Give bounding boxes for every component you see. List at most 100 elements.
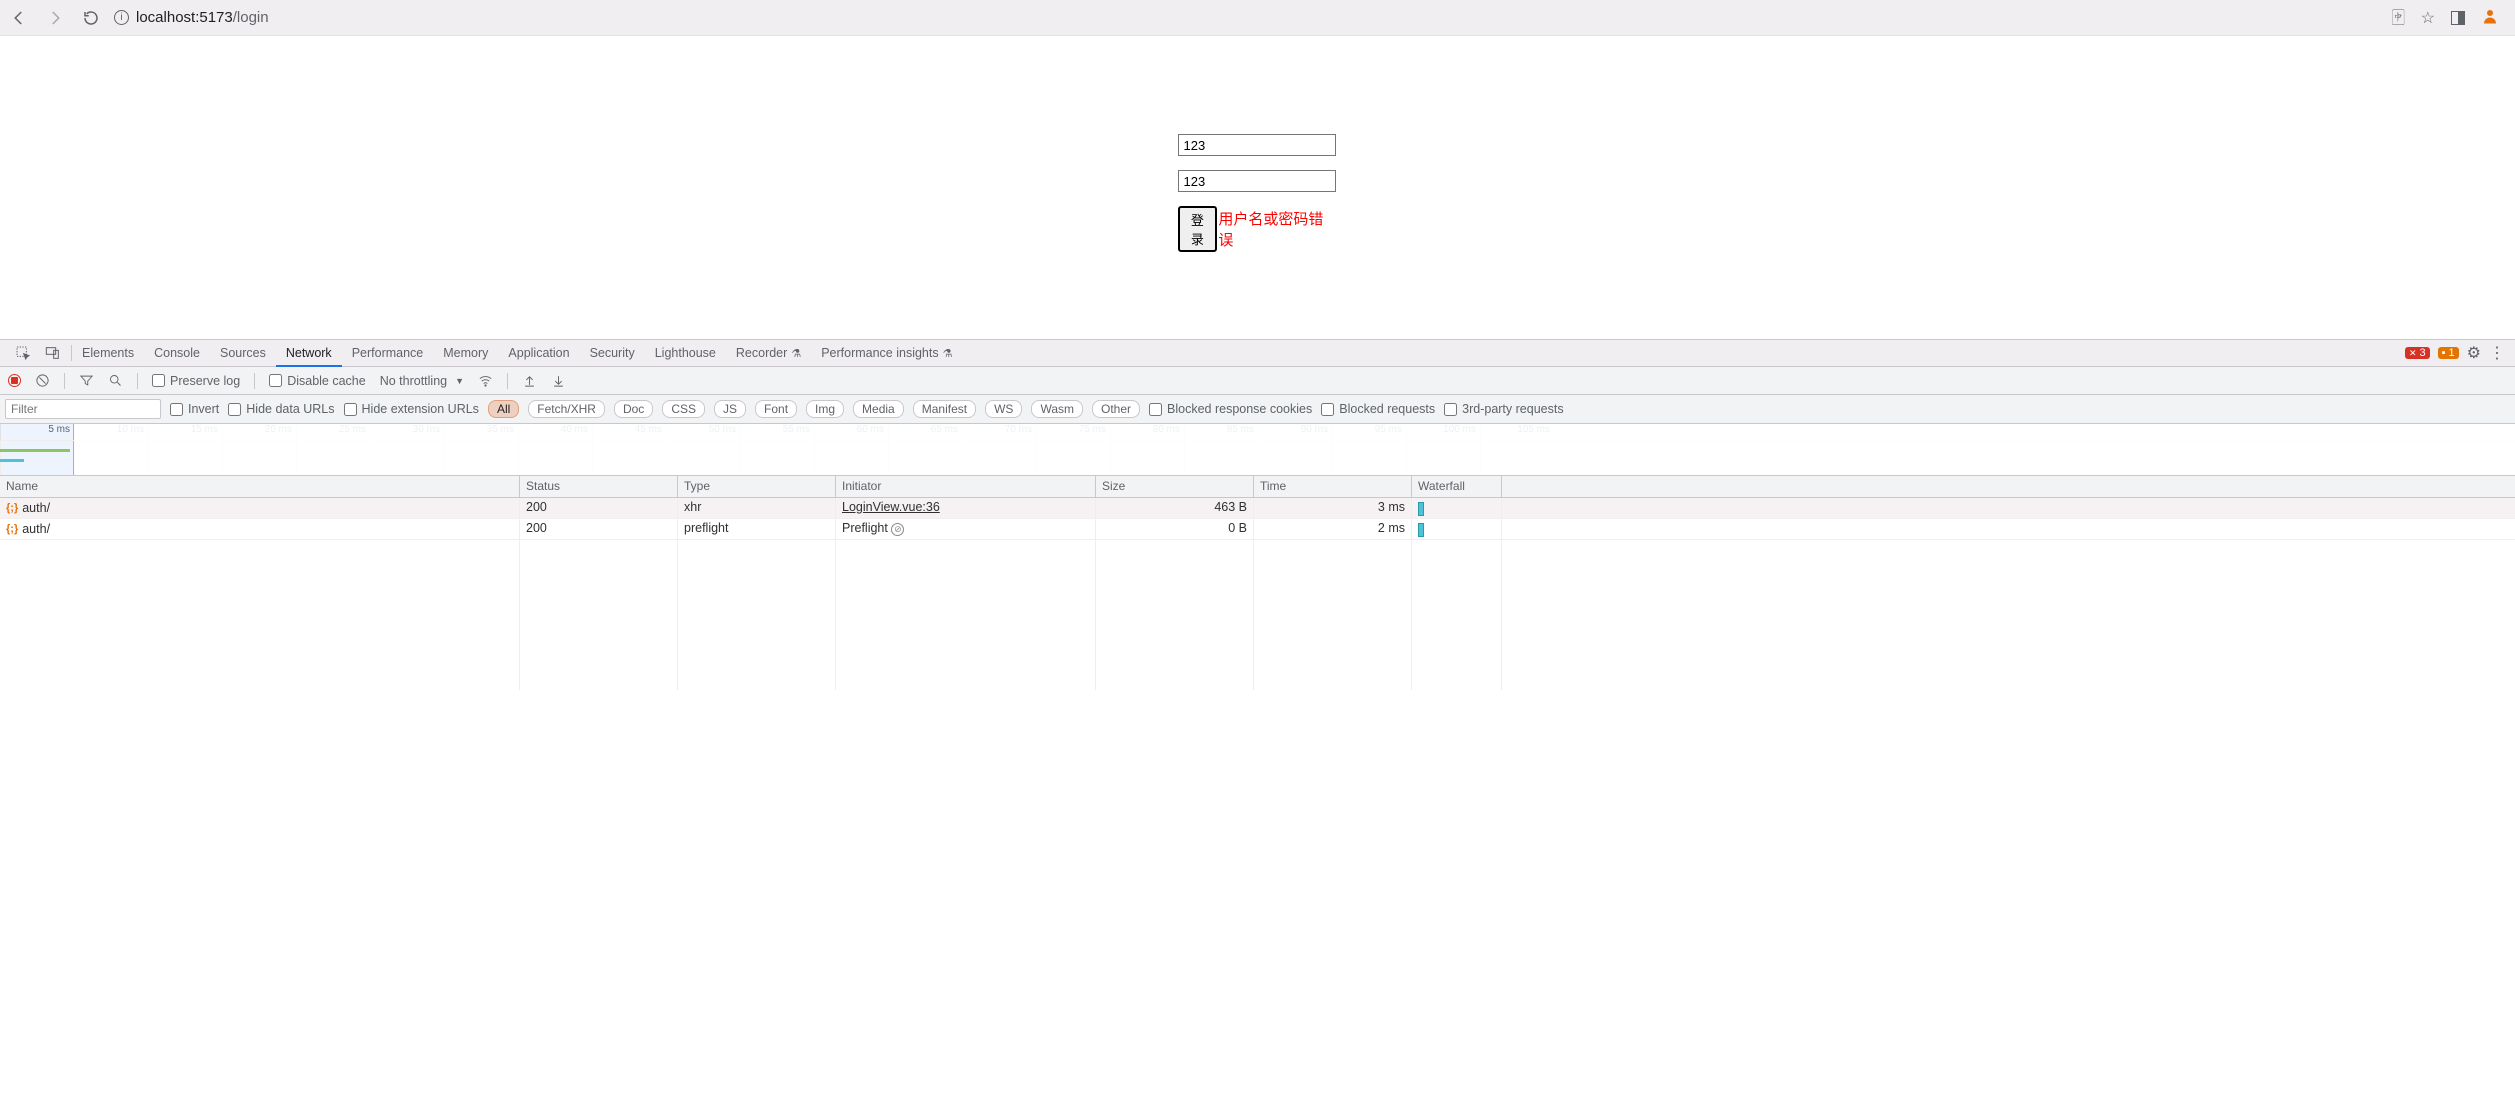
password-input[interactable] [1178,170,1336,192]
network-conditions-icon[interactable] [478,373,493,388]
filter-type-fetch-xhr[interactable]: Fetch/XHR [528,400,605,418]
back-icon[interactable] [10,9,28,27]
network-timeline[interactable]: 5 ms10 ms15 ms20 ms25 ms30 ms35 ms40 ms4… [0,424,2515,476]
request-name: auth/ [22,501,50,515]
hide-extension-urls-checkbox[interactable]: Hide extension URLs [344,402,479,416]
request-status: 200 [520,519,678,539]
request-time: 3 ms [1254,498,1412,518]
preserve-log-checkbox[interactable]: Preserve log [152,374,240,388]
record-button-icon[interactable] [8,374,21,387]
search-icon[interactable] [108,373,123,388]
request-type: xhr [678,498,836,518]
network-toolbar: Preserve log Disable cache No throttling… [0,367,2515,395]
filter-type-css[interactable]: CSS [662,400,705,418]
request-table: NameStatusTypeInitiatorSizeTimeWaterfall… [0,476,2515,690]
third-party-checkbox[interactable]: 3rd-party requests [1444,402,1563,416]
devtools-tab-memory[interactable]: Memory [433,340,498,367]
request-size: 463 B [1096,498,1254,518]
devtools-tabstrip: ElementsConsoleSourcesNetworkPerformance… [0,340,2515,367]
devtools-tab-lighthouse[interactable]: Lighthouse [645,340,726,367]
timeline-dim-overlay [74,424,2515,475]
forward-icon[interactable] [46,9,64,27]
filter-type-font[interactable]: Font [755,400,797,418]
request-name: auth/ [22,522,50,536]
filter-type-media[interactable]: Media [853,400,904,418]
throttling-select[interactable]: No throttling▼ [380,374,464,388]
filter-type-all[interactable]: All [488,400,519,418]
column-header-type[interactable]: Type [678,476,836,497]
page-content: 登录 用户名或密码错误 [0,36,2515,339]
blocked-cookies-checkbox[interactable]: Blocked response cookies [1149,402,1312,416]
site-info-icon[interactable]: i [114,10,129,25]
devtools-tab-performance-insights[interactable]: Performance insights⚗ [811,340,962,367]
devtools-tab-elements[interactable]: Elements [72,340,144,367]
blocked-requests-checkbox[interactable]: Blocked requests [1321,402,1435,416]
filter-type-manifest[interactable]: Manifest [913,400,976,418]
devtools-tab-sources[interactable]: Sources [210,340,276,367]
disable-cache-checkbox[interactable]: Disable cache [269,374,366,388]
chevron-down-icon: ▼ [455,376,464,386]
login-form: 登录 用户名或密码错误 [1178,134,1338,339]
filter-type-js[interactable]: JS [714,400,746,418]
hide-data-urls-checkbox[interactable]: Hide data URLs [228,402,334,416]
devtools-tab-recorder[interactable]: Recorder⚗ [726,340,811,367]
column-header-status[interactable]: Status [520,476,678,497]
inspect-element-icon[interactable] [15,345,31,361]
filter-type-img[interactable]: Img [806,400,844,418]
request-row[interactable]: {;}auth/200xhrLoginView.vue:36463 B3 ms [0,498,2515,519]
url-host: localhost:5173 [136,9,233,26]
import-har-icon[interactable] [522,373,537,388]
devtools-tab-console[interactable]: Console [144,340,210,367]
devtools-tab-network[interactable]: Network [276,340,342,367]
devtools-tab-performance[interactable]: Performance [342,340,434,367]
clear-icon[interactable] [35,373,50,388]
timeline-bar [0,459,24,462]
request-initiator[interactable]: LoginView.vue:36 [836,498,1096,518]
export-har-icon[interactable] [551,373,566,388]
column-header-name[interactable]: Name [0,476,520,497]
devtools-settings-icon[interactable]: ⚙ [2467,343,2481,363]
devtools-tab-application[interactable]: Application [498,340,579,367]
error-count-badge[interactable]: 3 [2405,347,2430,359]
column-header-time[interactable]: Time [1254,476,1412,497]
request-table-header[interactable]: NameStatusTypeInitiatorSizeTimeWaterfall [0,476,2515,498]
devtools-panel: ElementsConsoleSourcesNetworkPerformance… [0,339,2515,690]
profile-avatar-icon[interactable] [2481,7,2499,28]
filter-input[interactable] [5,399,161,419]
column-header-size[interactable]: Size [1096,476,1254,497]
divider [137,373,138,389]
column-header-waterfall[interactable]: Waterfall [1412,476,1502,497]
request-type: preflight [678,519,836,539]
filter-type-ws[interactable]: WS [985,400,1022,418]
address-bar[interactable]: localhost:5173/login [136,9,269,26]
login-button[interactable]: 登录 [1178,206,1218,252]
filter-type-doc[interactable]: Doc [614,400,653,418]
reload-icon[interactable] [82,9,100,27]
username-input[interactable] [1178,134,1336,156]
bookmark-star-icon[interactable]: ☆ [2421,8,2435,28]
json-icon: {;} [6,502,18,514]
device-toolbar-icon[interactable] [45,345,61,361]
filter-type-other[interactable]: Other [1092,400,1140,418]
invert-checkbox[interactable]: Invert [170,402,219,416]
request-waterfall [1412,519,1502,539]
divider [64,373,65,389]
preflight-info-icon[interactable]: ⊘ [891,523,904,536]
filter-type-wasm[interactable]: Wasm [1031,400,1083,418]
column-header-initiator[interactable]: Initiator [836,476,1096,497]
request-row[interactable]: {;} auth/200preflightPreflight ⊘0 B2 ms [0,519,2515,540]
network-filter-bar: Invert Hide data URLs Hide extension URL… [0,395,2515,424]
translate-icon[interactable]: 🀄︎ [2392,9,2405,27]
devtools-menu-icon[interactable]: ⋮ [2489,343,2504,363]
filter-toggle-icon[interactable] [79,373,94,388]
json-icon: {;} [6,523,18,535]
url-path: /login [233,9,269,26]
request-size: 0 B [1096,519,1254,539]
browser-toolbar: i localhost:5173/login 🀄︎ ☆ [0,0,2515,36]
side-panel-icon[interactable] [2451,11,2465,25]
request-initiator: Preflight ⊘ [836,519,1096,539]
warning-count-badge[interactable]: 1 [2438,347,2459,359]
login-error-message: 用户名或密码错误 [1218,208,1337,250]
devtools-tab-security[interactable]: Security [580,340,645,367]
request-time: 2 ms [1254,519,1412,539]
